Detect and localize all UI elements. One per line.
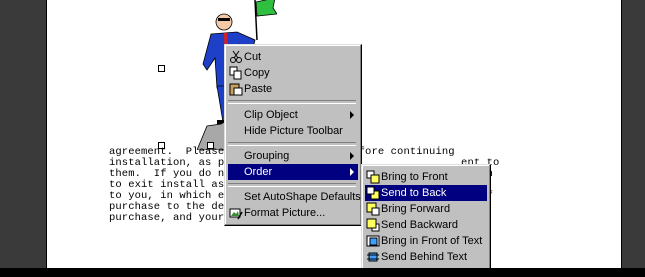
menu-item-label: Format Picture...: [244, 207, 326, 219]
format-picture-icon: [229, 208, 243, 220]
menu-separator: [228, 183, 356, 187]
menu-item-grouping[interactable]: Grouping: [228, 148, 358, 164]
menu-item-label: Clip Object: [244, 109, 298, 121]
document-text-line: purchase, and your m: [109, 212, 238, 224]
menu-item-paste[interactable]: Paste: [228, 81, 358, 97]
menu-item-label: Hide Picture Toolbar: [244, 125, 343, 137]
menu-item-label: Send Backward: [381, 219, 459, 231]
menu-separator: [228, 142, 356, 146]
menu-item-cut[interactable]: Cut: [228, 49, 358, 65]
left-window-margin: [0, 0, 46, 277]
submenu-arrow-icon: [350, 111, 354, 119]
menu-item-set-autoshape-defaults[interactable]: Set AutoShape Defaults: [228, 189, 361, 205]
menu-item-label: Copy: [244, 67, 270, 79]
menu-item-label: Grouping: [244, 150, 290, 162]
menu-item-label: Send Behind Text: [381, 251, 468, 263]
send-to-back-icon: [366, 186, 380, 200]
window-bottom-edge: [0, 268, 645, 277]
submenu-arrow-icon: [350, 152, 354, 160]
menu-item-copy[interactable]: Copy: [228, 65, 358, 81]
send-backward-icon: [366, 218, 380, 232]
menu-item-bring-to-front[interactable]: Bring to Front: [365, 169, 487, 185]
menu-item-label: Set AutoShape Defaults: [244, 191, 361, 203]
send-behind-text-icon: [367, 252, 379, 262]
bring-to-front-icon: [366, 170, 380, 184]
context-menu: Cut Copy Paste Clip Object Hide Picture …: [224, 44, 362, 226]
menu-separator: [228, 100, 356, 104]
copy-icon: [229, 66, 242, 80]
menu-item-hide-picture-toolbar[interactable]: Hide Picture Toolbar: [228, 123, 358, 139]
menu-item-bring-forward[interactable]: Bring Forward: [365, 201, 487, 217]
bring-in-front-of-text-icon: [366, 235, 380, 247]
menu-item-label: Bring to Front: [381, 171, 448, 183]
menu-item-label: Paste: [244, 83, 273, 95]
right-window-margin: [620, 0, 645, 277]
selection-handle[interactable]: [158, 65, 165, 72]
menu-item-order[interactable]: Order: [228, 164, 358, 180]
menu-item-label: Cut: [244, 51, 262, 63]
menu-item-send-behind-text[interactable]: Send Behind Text: [365, 249, 487, 265]
menu-item-label: Send to Back: [381, 187, 447, 199]
menu-item-send-backward[interactable]: Send Backward: [365, 217, 487, 233]
menu-item-label: Bring Forward: [381, 203, 451, 215]
menu-item-label: Bring in Front of Text: [381, 235, 483, 247]
menu-item-label: Order: [244, 166, 273, 178]
scissors-icon: [230, 50, 242, 63]
paste-icon: [229, 83, 243, 96]
menu-item-bring-in-front-of-text[interactable]: Bring in Front of Text: [365, 233, 487, 249]
menu-item-format-picture[interactable]: Format Picture...: [228, 205, 358, 221]
order-submenu: Bring to Front Send to Back Bring Forwar…: [361, 164, 491, 270]
bring-forward-icon: [366, 202, 380, 216]
submenu-arrow-icon: [350, 168, 354, 176]
menu-item-clip-object[interactable]: Clip Object: [228, 107, 358, 123]
menu-item-send-to-back[interactable]: Send to Back: [365, 185, 487, 201]
